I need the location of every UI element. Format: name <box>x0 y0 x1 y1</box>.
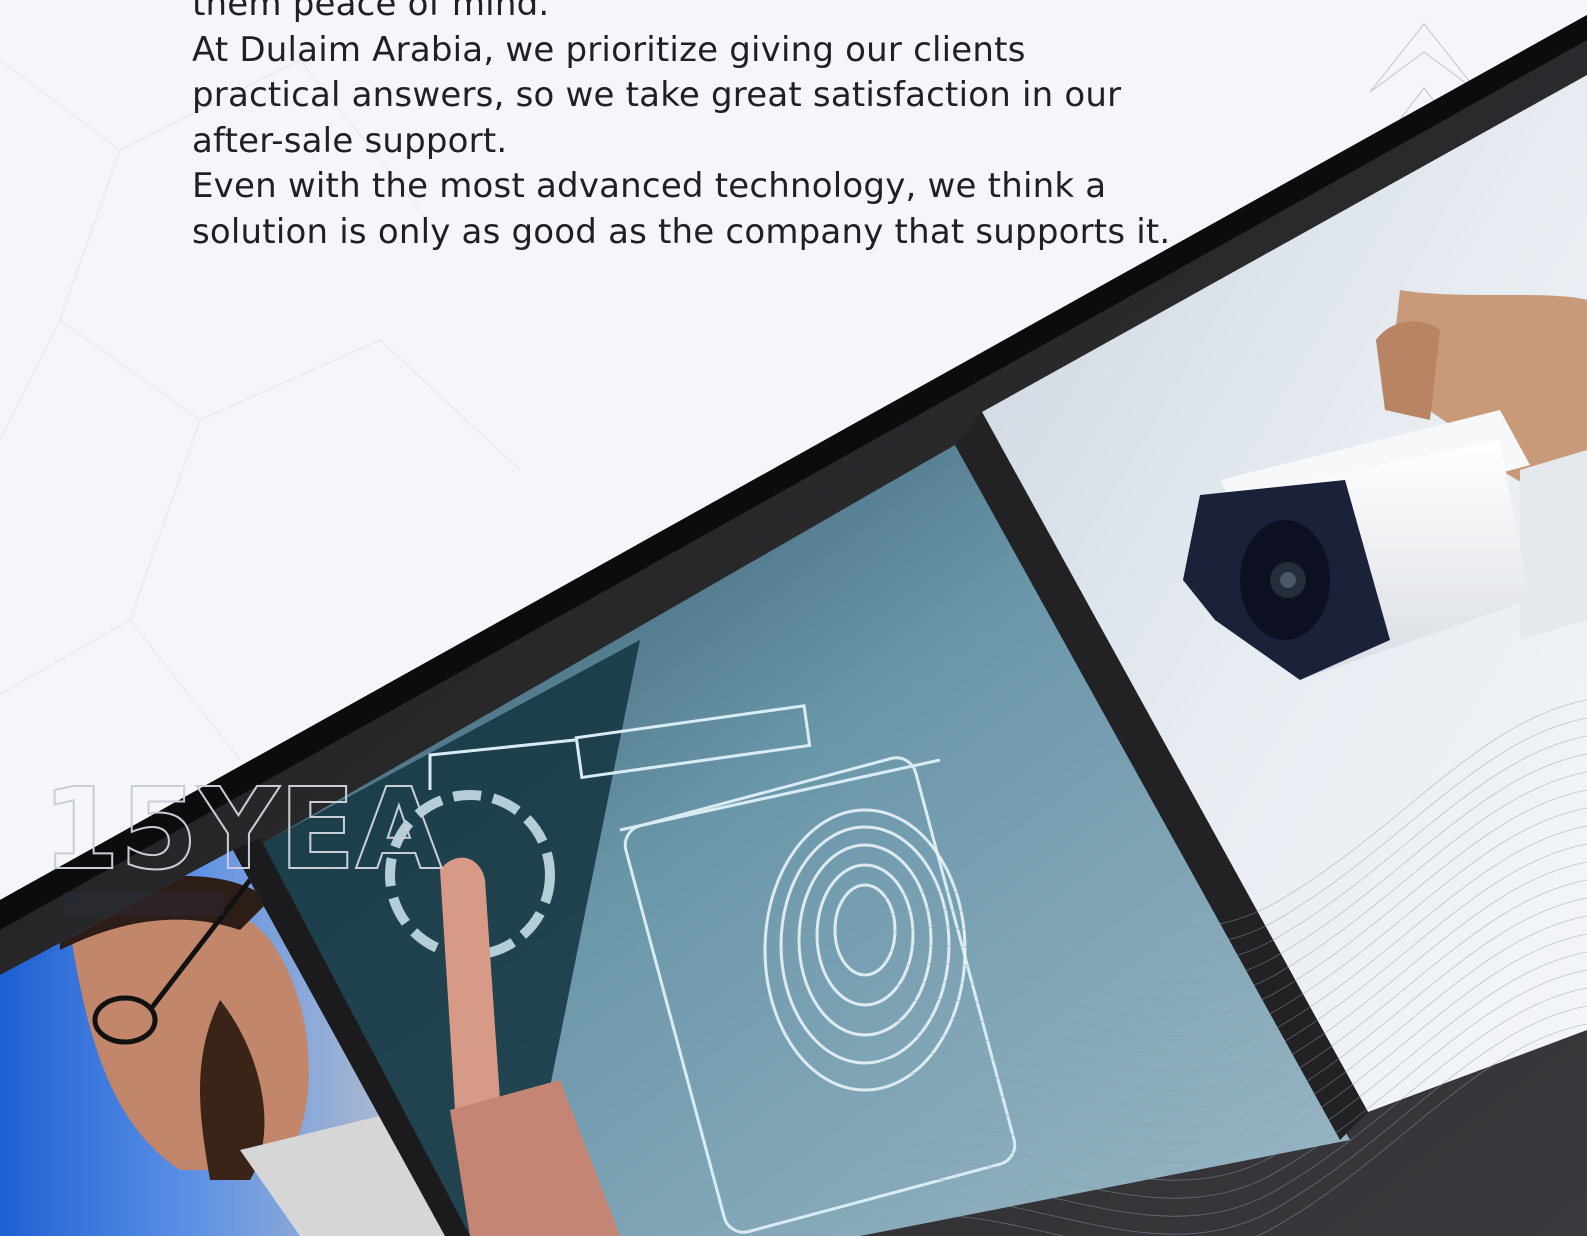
paragraph-after-sale-support: At Dulaim Arabia, we prioritize giving o… <box>192 29 1122 161</box>
paragraph-company-support: Even with the most advanced technology, … <box>192 166 1171 252</box>
years-experience-badge: 15YEA <box>42 770 443 916</box>
about-text-block: them peace of mind. At Dulaim Arabia, we… <box>192 0 1182 255</box>
paragraph-peace-of-mind: them peace of mind. <box>192 0 550 24</box>
brochure-page: them peace of mind. At Dulaim Arabia, we… <box>0 0 1587 1236</box>
years-badge-text: 15YEA <box>42 770 442 895</box>
